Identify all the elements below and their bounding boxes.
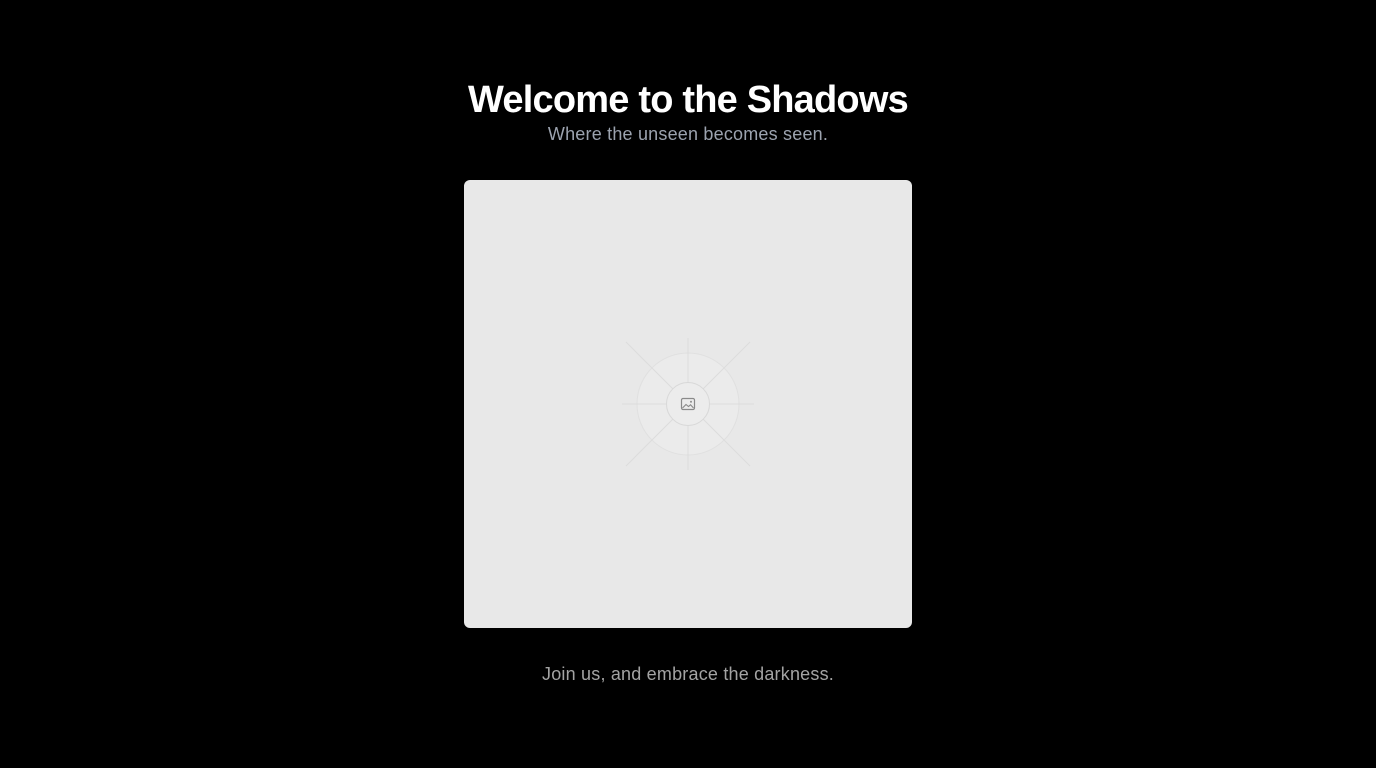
closing-tagline: Join us, and embrace the darkness.: [542, 664, 834, 684]
image-placeholder: [464, 180, 912, 628]
hero-section: Welcome to the Shadows Where the unseen …: [0, 0, 1376, 768]
page-subtitle: Where the unseen becomes seen.: [547, 124, 829, 144]
page-title: Welcome to the Shadows: [468, 79, 909, 121]
image-icon: [666, 382, 710, 426]
